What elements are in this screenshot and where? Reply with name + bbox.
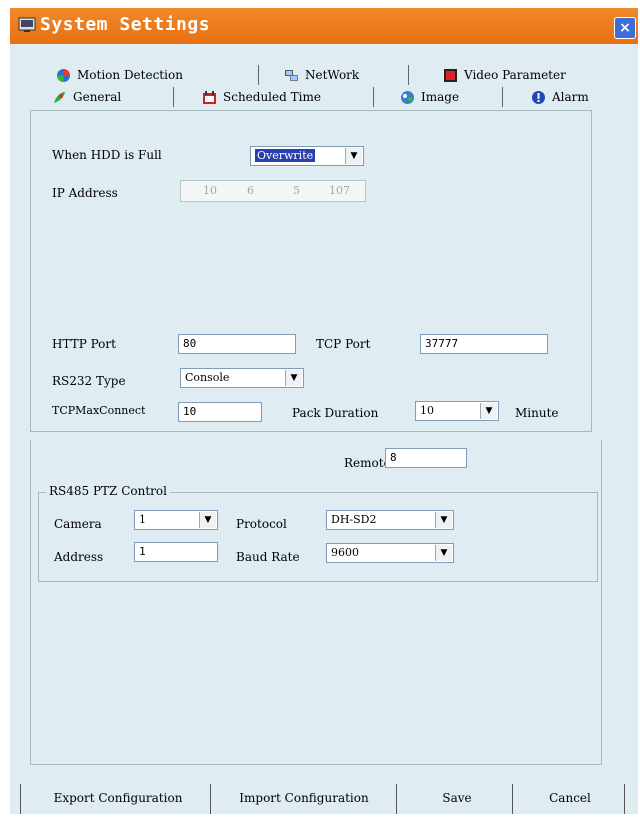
import-configuration-button[interactable]: Import Configuration: [214, 780, 394, 816]
tab-label: Scheduled Time: [223, 90, 321, 104]
tab-separator: [502, 87, 503, 107]
tab-separator: [258, 65, 259, 85]
rs232-type-select[interactable]: Console ▼: [180, 368, 304, 388]
tab-motion-detection[interactable]: Motion Detection: [56, 64, 183, 86]
chevron-down-icon[interactable]: ▼: [345, 148, 362, 164]
general-icon: [54, 91, 65, 103]
video-parameter-icon: [444, 68, 457, 82]
tab-label: Alarm: [552, 90, 589, 104]
tab-scheduled-time[interactable]: Scheduled Time: [202, 86, 321, 108]
cancel-button[interactable]: Cancel: [518, 780, 622, 816]
button-separator: [512, 784, 513, 814]
button-bar: Export Configuration Import Configuratio…: [10, 780, 638, 816]
close-icon: ×: [619, 20, 631, 36]
tab-network[interactable]: NetWork: [284, 64, 359, 86]
hdd-full-select[interactable]: Overwrite ▼: [250, 146, 364, 166]
tab-label: NetWork: [305, 68, 360, 82]
chevron-down-icon[interactable]: ▼: [480, 403, 497, 419]
tcp-port-input[interactable]: 37777: [420, 334, 548, 354]
image-icon: [401, 90, 414, 104]
tab-image[interactable]: Image: [400, 86, 459, 108]
ip-address-label: IP Address: [52, 186, 118, 200]
tcp-port-label: TCP Port: [316, 337, 371, 351]
tcp-max-connect-input[interactable]: 10: [178, 402, 262, 422]
pack-duration-label: Pack Duration: [292, 406, 379, 420]
http-port-input[interactable]: 80: [178, 334, 296, 354]
tab-alarm[interactable]: Alarm: [531, 86, 589, 108]
tab-label: Image: [421, 90, 460, 104]
chevron-down-icon[interactable]: ▼: [285, 370, 302, 386]
close-button[interactable]: ×: [614, 17, 636, 39]
window-title: System Settings: [40, 14, 211, 35]
alarm-icon: [532, 90, 545, 104]
pack-duration-unit: Minute: [515, 406, 559, 420]
rs232-type-label: RS232 Type: [52, 374, 126, 388]
tab-separator: [373, 87, 374, 107]
ip-octet-1: 10: [203, 184, 217, 197]
ip-address-field[interactable]: 10 6 5 107: [180, 180, 366, 202]
ip-octet-4: 107: [329, 184, 350, 197]
button-separator: [624, 784, 625, 814]
ip-octet-3: 5: [293, 184, 300, 197]
button-separator: [396, 784, 397, 814]
export-configuration-button[interactable]: Export Configuration: [24, 780, 212, 816]
scheduled-time-icon: [203, 90, 216, 104]
tab-separator: [173, 87, 174, 107]
tab-label: General: [73, 90, 122, 104]
tab-separator: [408, 65, 409, 85]
save-button[interactable]: Save: [402, 780, 512, 816]
ip-octet-2: 6: [247, 184, 254, 197]
http-port-label: HTTP Port: [52, 337, 116, 351]
title-bar[interactable]: System Settings ×: [10, 8, 638, 44]
tab-video-parameter[interactable]: Video Parameter: [443, 64, 566, 86]
tab-label: Motion Detection: [77, 68, 183, 82]
pack-duration-select[interactable]: 10 ▼: [415, 401, 499, 421]
content-panel-border: [30, 440, 602, 765]
app-icon: [18, 17, 36, 32]
network-icon: [285, 69, 298, 81]
motion-detection-icon: [57, 68, 70, 82]
button-separator: [210, 784, 211, 814]
tcp-max-connect-label: TCPMaxConnect: [52, 404, 146, 417]
hdd-full-label: When HDD is Full: [52, 148, 162, 162]
tab-label: Video Parameter: [464, 68, 566, 82]
tab-general[interactable]: General: [52, 86, 121, 108]
button-separator: [20, 784, 21, 814]
